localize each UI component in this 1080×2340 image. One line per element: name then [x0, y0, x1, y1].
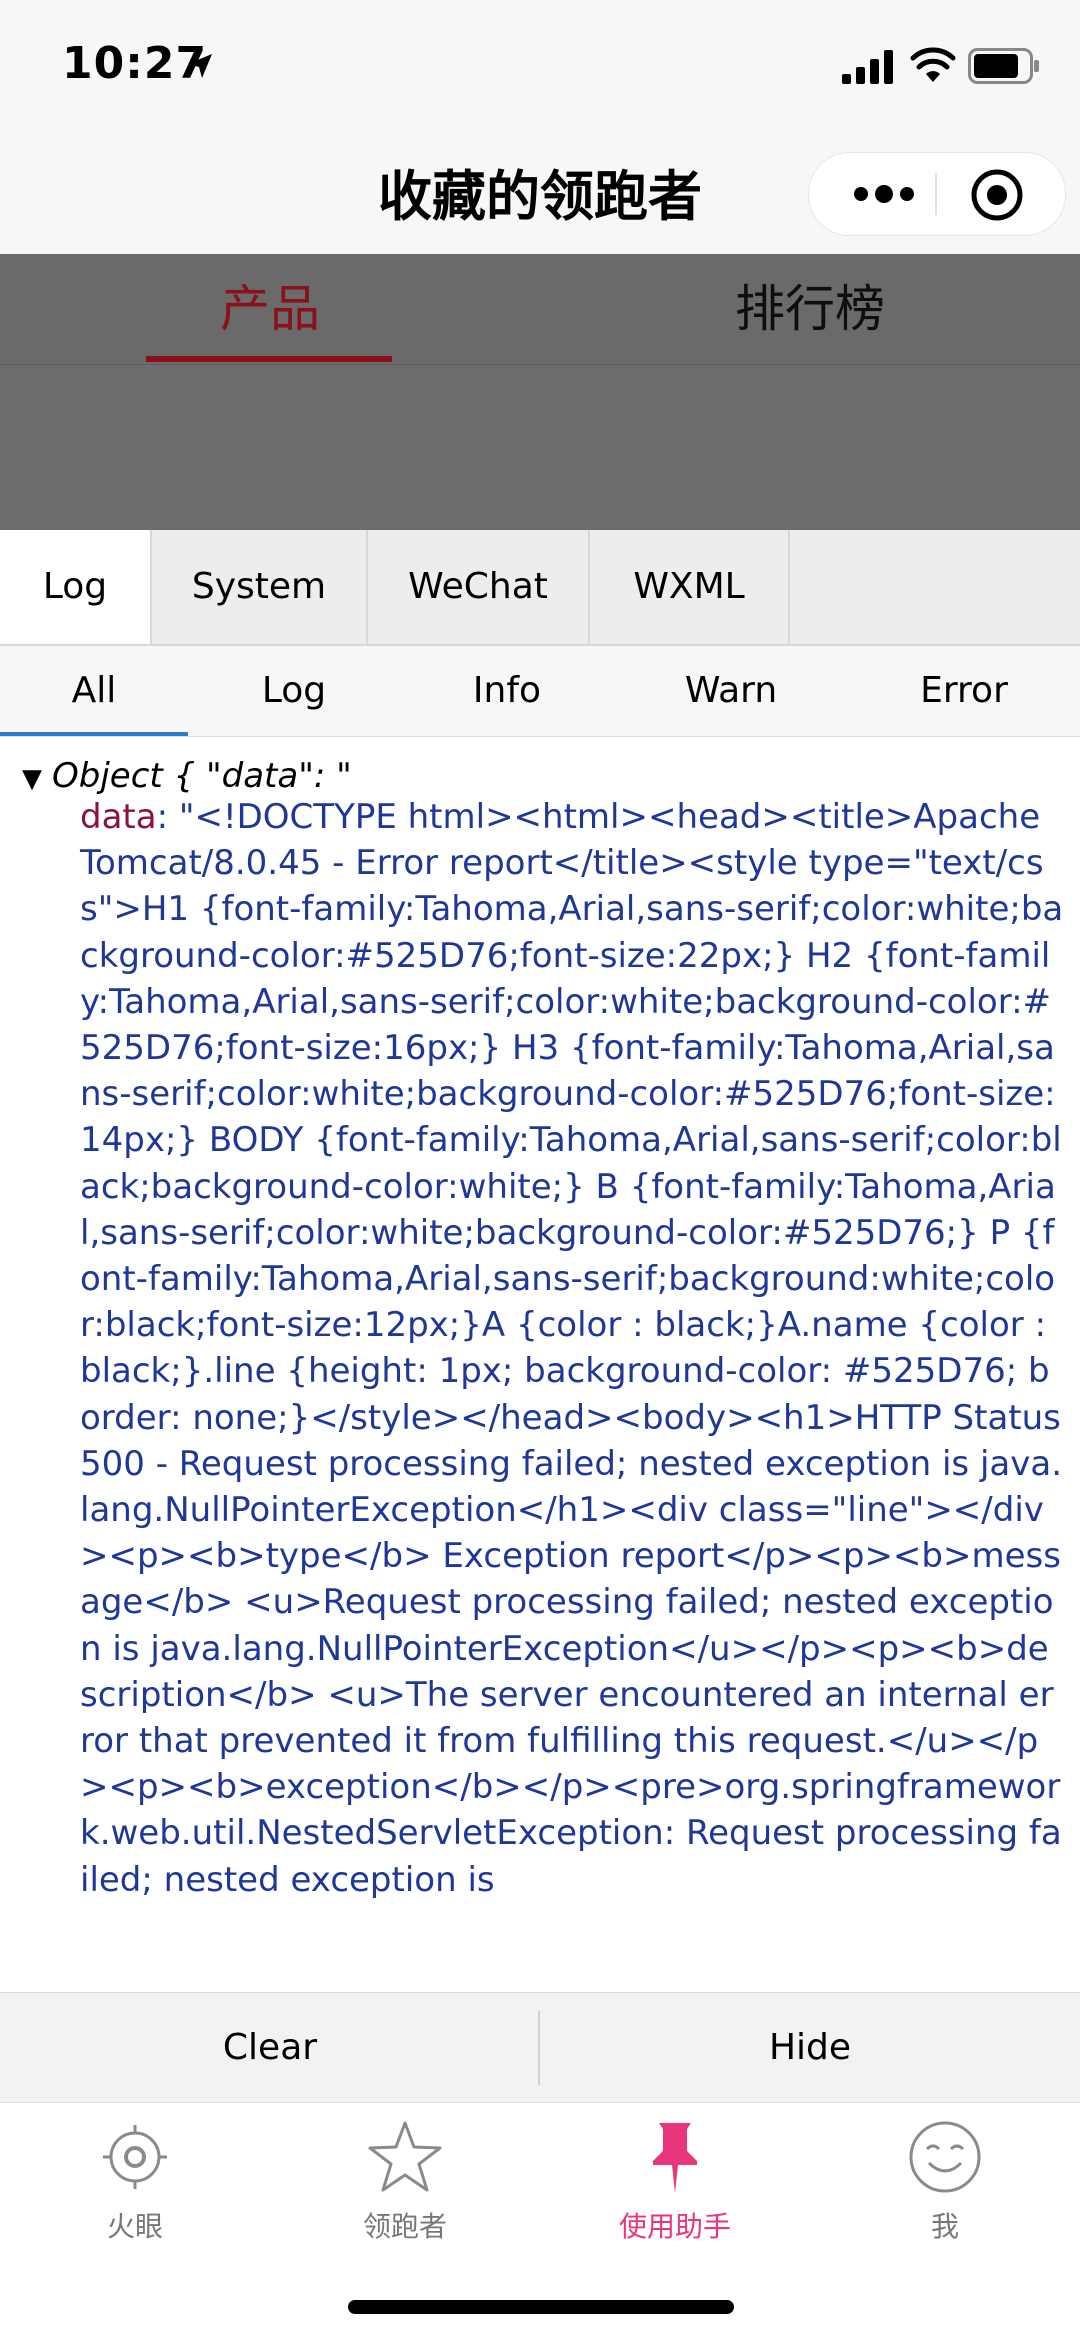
capsule-divider — [935, 173, 937, 215]
tabbar-label: 火眼 — [106, 2210, 163, 2243]
vconsole-tabs: Log System WeChat WXML — [0, 530, 1080, 646]
hide-button[interactable]: Hide — [540, 1993, 1080, 2103]
expand-triangle-icon[interactable]: ▼ — [22, 764, 42, 794]
filter-active-indicator — [0, 732, 188, 736]
filter-info[interactable]: Info — [400, 646, 614, 736]
vconsole-tab-wxml[interactable]: WXML — [590, 530, 790, 644]
miniprogram-capsule — [808, 152, 1066, 236]
object-header[interactable]: ▼ Object { "data": " — [22, 756, 352, 796]
filter-all[interactable]: All — [0, 646, 188, 736]
pin-icon — [653, 2123, 697, 2193]
close-target-icon[interactable] — [969, 167, 1025, 223]
home-indicator[interactable] — [348, 2300, 734, 2314]
tab-products[interactable]: 产品 — [0, 254, 540, 364]
vconsole-toolbar: Clear Hide — [0, 1992, 1080, 2103]
vconsole-tab-log[interactable]: Log — [0, 530, 152, 644]
filter-warn[interactable]: Warn — [614, 646, 848, 736]
tabbar-label: 领跑者 — [362, 2210, 447, 2243]
tab-ranking[interactable]: 排行榜 — [540, 254, 1080, 364]
star-icon — [368, 2121, 442, 2192]
tab-active-indicator — [146, 356, 392, 362]
tabbar-label: 我 — [930, 2210, 959, 2243]
log-output[interactable]: ▼ Object { "data": " data: "<!DOCTYPE htm… — [0, 738, 1080, 1990]
battery-icon — [968, 48, 1039, 84]
tabbar-item-huoyan[interactable]: 火眼 — [0, 2117, 270, 2257]
vconsole-panel: Log System WeChat WXML All Log Info Warn… — [0, 530, 1080, 2103]
clear-button[interactable]: Clear — [0, 1993, 540, 2103]
location-arrow-icon — [188, 54, 212, 78]
target-icon — [103, 2125, 167, 2189]
wifi-icon — [910, 47, 956, 82]
more-icon[interactable] — [849, 177, 919, 211]
tabbar-label: 使用助手 — [618, 2210, 731, 2243]
filter-log[interactable]: Log — [188, 646, 400, 736]
page-tab-row: 产品 排行榜 — [0, 254, 1080, 365]
log-data-value: data: "<!DOCTYPE html><html><head><title… — [80, 794, 1065, 1903]
tabbar-item-me[interactable]: 我 — [810, 2117, 1080, 2257]
tabbar-item-assistant[interactable]: 使用助手 — [540, 2117, 810, 2257]
smile-icon — [909, 2121, 981, 2193]
vconsole-tab-wechat[interactable]: WeChat — [368, 530, 590, 644]
log-filter-bar: All Log Info Warn Error — [0, 646, 1080, 737]
filter-error[interactable]: Error — [848, 646, 1080, 736]
tabbar-item-leaders[interactable]: 领跑者 — [270, 2117, 540, 2257]
data-value-text: : "<!DOCTYPE html><html><head><title>Apa… — [80, 797, 1064, 1900]
signal-icon — [842, 50, 893, 84]
page-overlay: 产品 排行榜 — [0, 254, 1080, 530]
vconsole-tab-system[interactable]: System — [152, 530, 368, 644]
object-header-text: Object { "data": " — [52, 756, 352, 796]
data-key: data — [80, 797, 157, 837]
status-bar: 10:27 — [0, 0, 1080, 130]
navigation-bar: 收藏的领跑者 — [0, 130, 1080, 254]
